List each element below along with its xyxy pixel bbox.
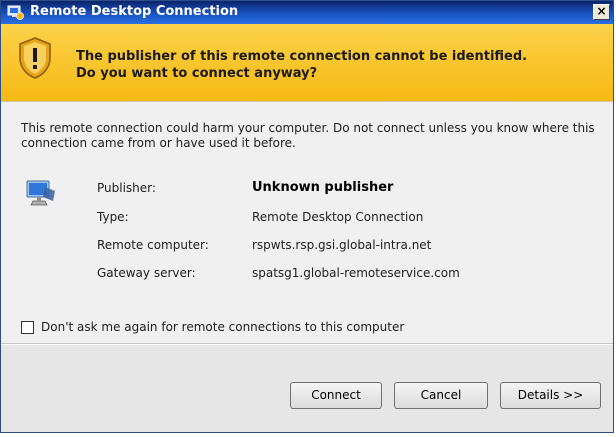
dont-ask-again-label[interactable]: Don't ask me again for remote connection… [41,320,404,334]
gateway-server-value: spatsg1.global-remoteservice.com [252,266,460,280]
remote-computer-label: Remote computer: [97,238,209,252]
gateway-server-label: Gateway server: [97,266,196,280]
details-button[interactable]: Details >> [500,382,601,409]
warning-banner: The publisher of this remote connection … [1,24,613,102]
cancel-button[interactable]: Cancel [394,382,488,409]
title-bar[interactable]: Remote Desktop Connection × [1,1,613,24]
window-title: Remote Desktop Connection [30,4,239,19]
content-area: This remote connection could harm your c… [1,102,613,334]
warning-text: This remote connection could harm your c… [21,121,595,150]
type-label: Type: [97,210,129,224]
button-footer: Connect Cancel Details >> [1,345,613,432]
publisher-value: Unknown publisher [252,180,394,195]
remote-desktop-icon [7,5,24,20]
connect-button[interactable]: Connect [290,382,382,409]
remote-computer-icon [26,180,55,206]
banner-message: The publisher of this remote connection … [76,48,527,82]
publisher-label: Publisher: [97,181,156,195]
dont-ask-again-checkbox[interactable] [21,321,34,334]
shield-warning-icon [19,37,51,79]
banner-line-2: Do you want to connect anyway? [76,66,318,81]
banner-line-1: The publisher of this remote connection … [76,49,528,64]
remote-computer-value: rspwts.rsp.gsi.global-intra.net [252,238,432,252]
type-value: Remote Desktop Connection [252,210,424,224]
remote-desktop-dialog: Remote Desktop Connection × The publishe… [0,0,614,433]
close-button[interactable]: × [593,4,610,20]
